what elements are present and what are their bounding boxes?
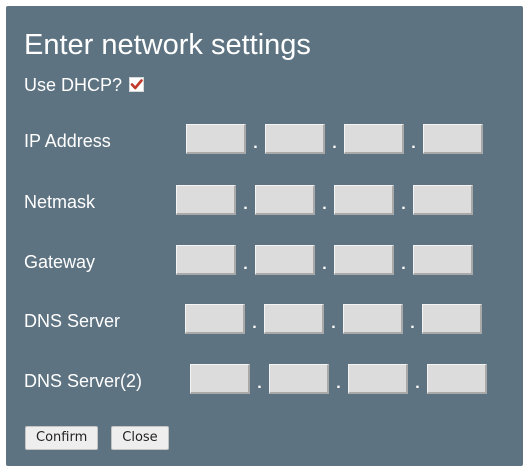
octet-separator: . — [257, 375, 262, 392]
octet-separator: . — [322, 256, 327, 273]
netmask-row: Netmask . . . — [24, 185, 524, 219]
ip-address-label: IP Address — [24, 131, 111, 151]
ip-address-octet-4[interactable] — [423, 124, 483, 154]
gateway-octet-3[interactable] — [334, 245, 394, 275]
netmask-label: Netmask — [24, 192, 96, 212]
dialog-buttons: Confirm Close — [25, 426, 169, 450]
dns-server-octet-2[interactable] — [264, 304, 324, 334]
dns-server-2-label: DNS Server(2) — [24, 371, 143, 391]
checkmark-icon — [130, 78, 143, 89]
octet-separator: . — [243, 196, 248, 213]
gateway-label: Gateway — [24, 252, 96, 272]
ip-address-octet-3[interactable] — [344, 124, 404, 154]
netmask-octet-2[interactable] — [255, 185, 315, 215]
octet-separator: . — [331, 315, 336, 332]
octet-separator: . — [322, 196, 327, 213]
octet-separator: . — [253, 135, 258, 152]
gateway-octets: . . . — [176, 245, 473, 275]
dns-server-octet-1[interactable] — [185, 304, 245, 334]
dns-server-octets: . . . — [185, 304, 482, 334]
netmask-octet-4[interactable] — [413, 185, 473, 215]
ip-address-row: IP Address . . . — [24, 124, 524, 158]
close-button[interactable]: Close — [111, 426, 169, 450]
ip-address-octet-2[interactable] — [265, 124, 325, 154]
ip-address-octets: . . . — [186, 124, 483, 154]
dns-server-2-row: DNS Server(2) . . . — [24, 364, 524, 398]
gateway-octet-1[interactable] — [176, 245, 236, 275]
dns-server-octet-4[interactable] — [422, 304, 482, 334]
netmask-octet-1[interactable] — [176, 185, 236, 215]
octet-separator: . — [410, 315, 415, 332]
dns-server-2-octet-2[interactable] — [269, 364, 329, 394]
dns-server-2-octet-1[interactable] — [190, 364, 250, 394]
dns-server-2-octet-4[interactable] — [427, 364, 487, 394]
octet-separator: . — [415, 375, 420, 392]
confirm-button[interactable]: Confirm — [25, 426, 99, 450]
octet-separator: . — [252, 315, 257, 332]
octet-separator: . — [336, 375, 341, 392]
netmask-octets: . . . — [176, 185, 473, 215]
dns-server-octet-3[interactable] — [343, 304, 403, 334]
netmask-octet-3[interactable] — [334, 185, 394, 215]
gateway-row: Gateway . . . — [24, 245, 524, 279]
dialog-title: Enter network settings — [24, 29, 311, 61]
ip-address-octet-1[interactable] — [186, 124, 246, 154]
octet-separator: . — [332, 135, 337, 152]
gateway-octet-2[interactable] — [255, 245, 315, 275]
octet-separator: . — [411, 135, 416, 152]
dns-server-label: DNS Server — [24, 311, 121, 331]
dhcp-label: Use DHCP? — [24, 75, 123, 95]
dns-server-row: DNS Server . . . — [24, 304, 524, 338]
dns-server-2-octet-3[interactable] — [348, 364, 408, 394]
octet-separator: . — [401, 196, 406, 213]
gateway-octet-4[interactable] — [413, 245, 473, 275]
octet-separator: . — [243, 256, 248, 273]
dhcp-checkbox[interactable] — [129, 76, 145, 92]
dns-server-2-octets: . . . — [190, 364, 487, 394]
octet-separator: . — [401, 256, 406, 273]
network-settings-dialog: Enter network settings Use DHCP? IP Addr… — [6, 6, 523, 466]
dhcp-row: Use DHCP? — [24, 74, 145, 96]
